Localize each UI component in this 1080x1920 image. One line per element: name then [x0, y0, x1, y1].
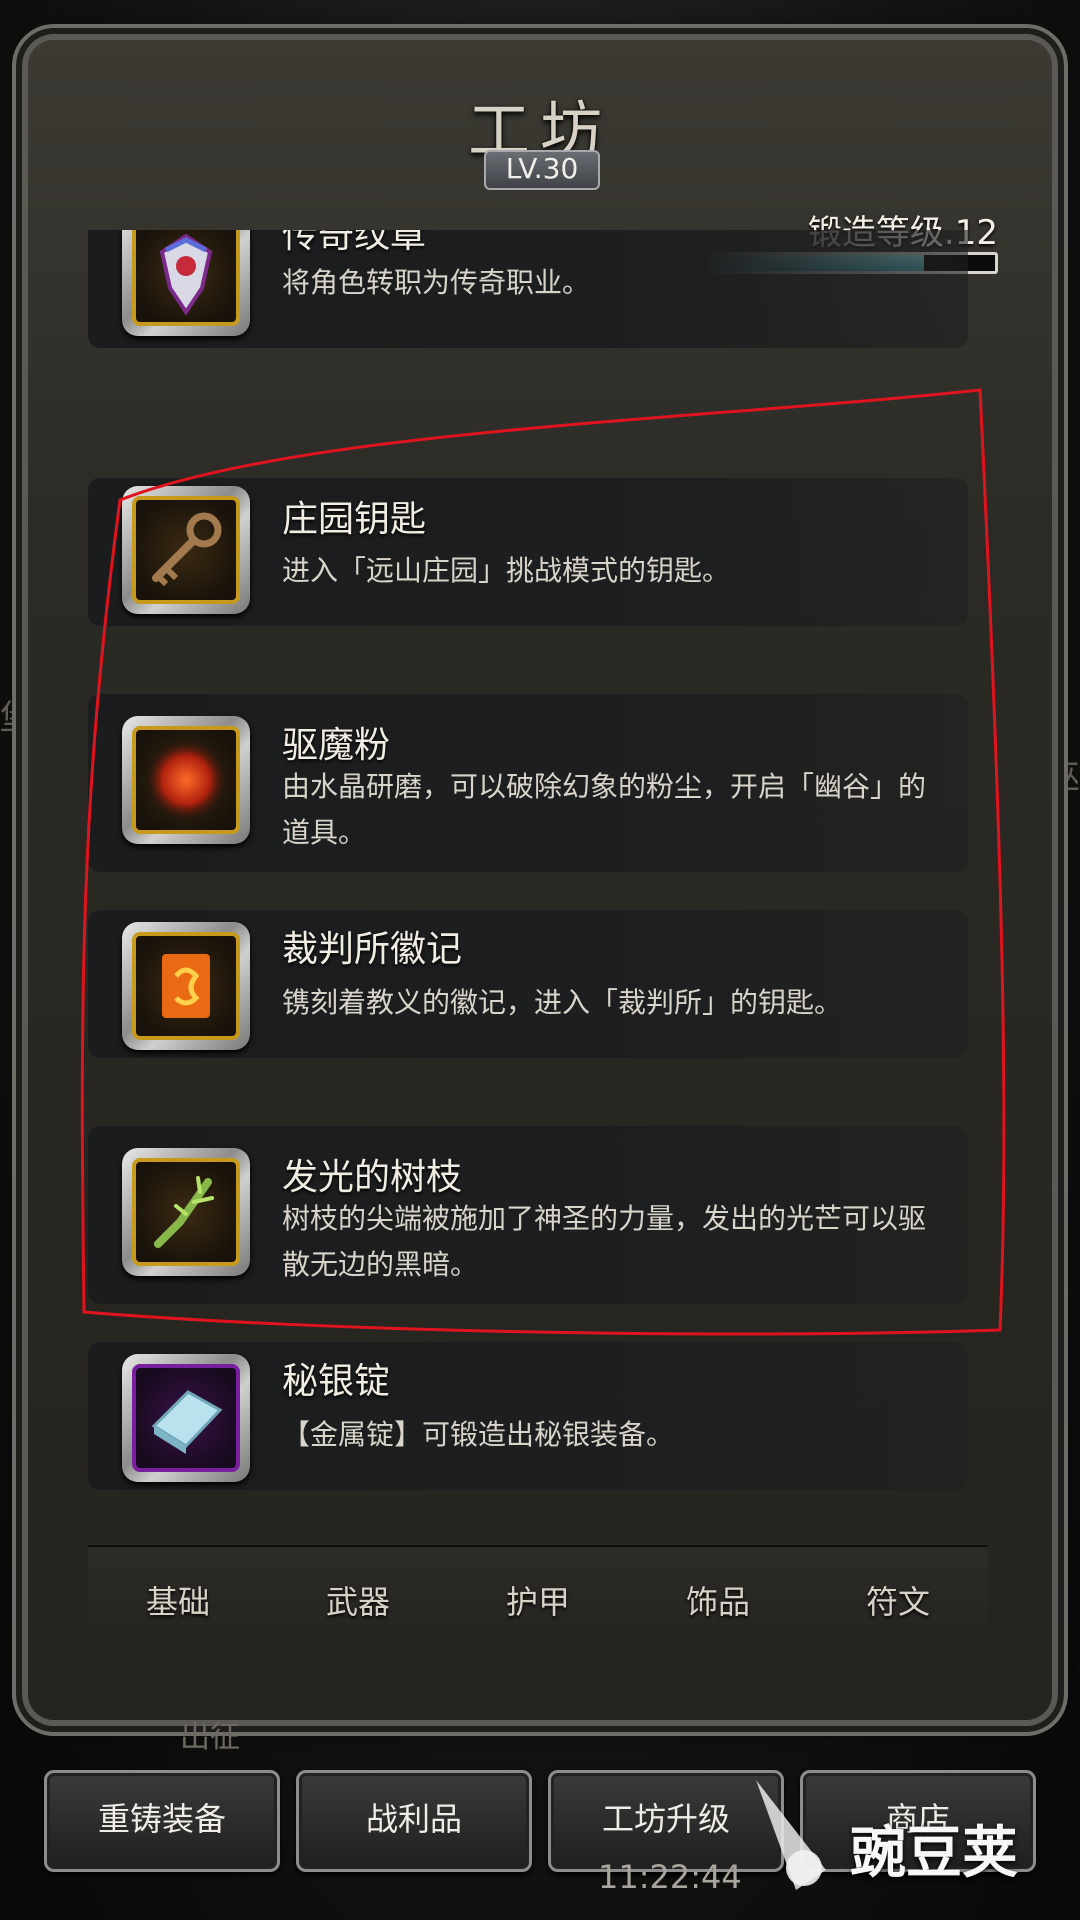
legendary-emblem-icon	[132, 230, 240, 326]
list-item[interactable]: 传奇纹章 将角色转职为传奇职业。	[88, 230, 968, 348]
recipe-list[interactable]: 传奇纹章 将角色转职为传奇职业。 庄园钥匙 进入「远山庄园」挑战模式的钥匙。 驱…	[88, 230, 968, 1520]
list-item[interactable]: 秘银锭 【金属锭】可锻造出秘银装备。	[88, 1342, 968, 1490]
item-icon-frame	[122, 486, 250, 614]
category-tabs: 基础 武器 护甲 饰品 符文	[88, 1545, 988, 1657]
glowing-branch-icon	[132, 1158, 240, 1266]
item-name: 庄园钥匙	[282, 499, 427, 540]
inquisition-badge-icon	[132, 932, 240, 1040]
item-icon-frame	[122, 1148, 250, 1276]
item-description: 由水晶研磨，可以破除幻象的粉尘，开启「幽谷」的道具。	[282, 770, 927, 849]
status-time: 11:22:44	[598, 1858, 742, 1896]
reforge-equipment-button[interactable]: 重铸装备	[44, 1770, 280, 1872]
manor-key-icon	[132, 496, 240, 604]
list-item[interactable]: 裁判所徽记 镌刻着教义的徽记，进入「裁判所」的钥匙。	[88, 910, 968, 1058]
item-icon-frame	[122, 1354, 250, 1482]
mithril-ingot-icon	[132, 1364, 240, 1472]
item-name: 传奇纹章	[282, 230, 427, 256]
item-name: 驱魔粉	[282, 725, 391, 766]
list-item[interactable]: 驱魔粉 由水晶研磨，可以破除幻象的粉尘，开启「幽谷」的道具。	[88, 694, 968, 872]
level-badge: LV.30	[484, 150, 600, 190]
tab-weapons[interactable]: 武器	[268, 1547, 448, 1657]
list-item[interactable]: 庄园钥匙 进入「远山庄园」挑战模式的钥匙。	[88, 478, 968, 626]
item-description: 【金属锭】可锻造出秘银装备。	[282, 1418, 675, 1451]
item-icon-frame	[122, 230, 250, 336]
exorcism-powder-icon	[132, 726, 240, 834]
list-item[interactable]: 发光的树枝 树枝的尖端被施加了神圣的力量，发出的光芒可以驱散无边的黑暗。	[88, 1126, 968, 1304]
watermark: 豌豆荚	[850, 1821, 1018, 1886]
watermark-logo-icon	[756, 1780, 826, 1890]
tab-accessories[interactable]: 饰品	[628, 1547, 808, 1657]
tab-armor[interactable]: 护甲	[448, 1547, 628, 1657]
loot-button[interactable]: 战利品	[296, 1770, 532, 1872]
item-name: 裁判所徽记	[282, 929, 463, 970]
item-description: 镌刻着教义的徽记，进入「裁判所」的钥匙。	[282, 986, 843, 1019]
item-description: 树枝的尖端被施加了神圣的力量，发出的光芒可以驱散无边的黑暗。	[282, 1202, 927, 1281]
item-name: 秘银锭	[282, 1361, 391, 1402]
tab-runes[interactable]: 符文	[808, 1547, 988, 1657]
workshop-screen: 堡 巫 工坊 LV.30 锻造等级.12 传奇纹章 将角色转职为传奇职业。	[0, 0, 1080, 1920]
item-name: 发光的树枝	[282, 1157, 463, 1198]
item-icon-frame	[122, 922, 250, 1050]
tab-basic[interactable]: 基础	[88, 1547, 268, 1657]
item-description: 将角色转职为传奇职业。	[282, 266, 591, 299]
expedition-label: 出征	[180, 1720, 240, 1755]
item-icon-frame	[122, 716, 250, 844]
item-description: 进入「远山庄园」挑战模式的钥匙。	[282, 554, 731, 587]
